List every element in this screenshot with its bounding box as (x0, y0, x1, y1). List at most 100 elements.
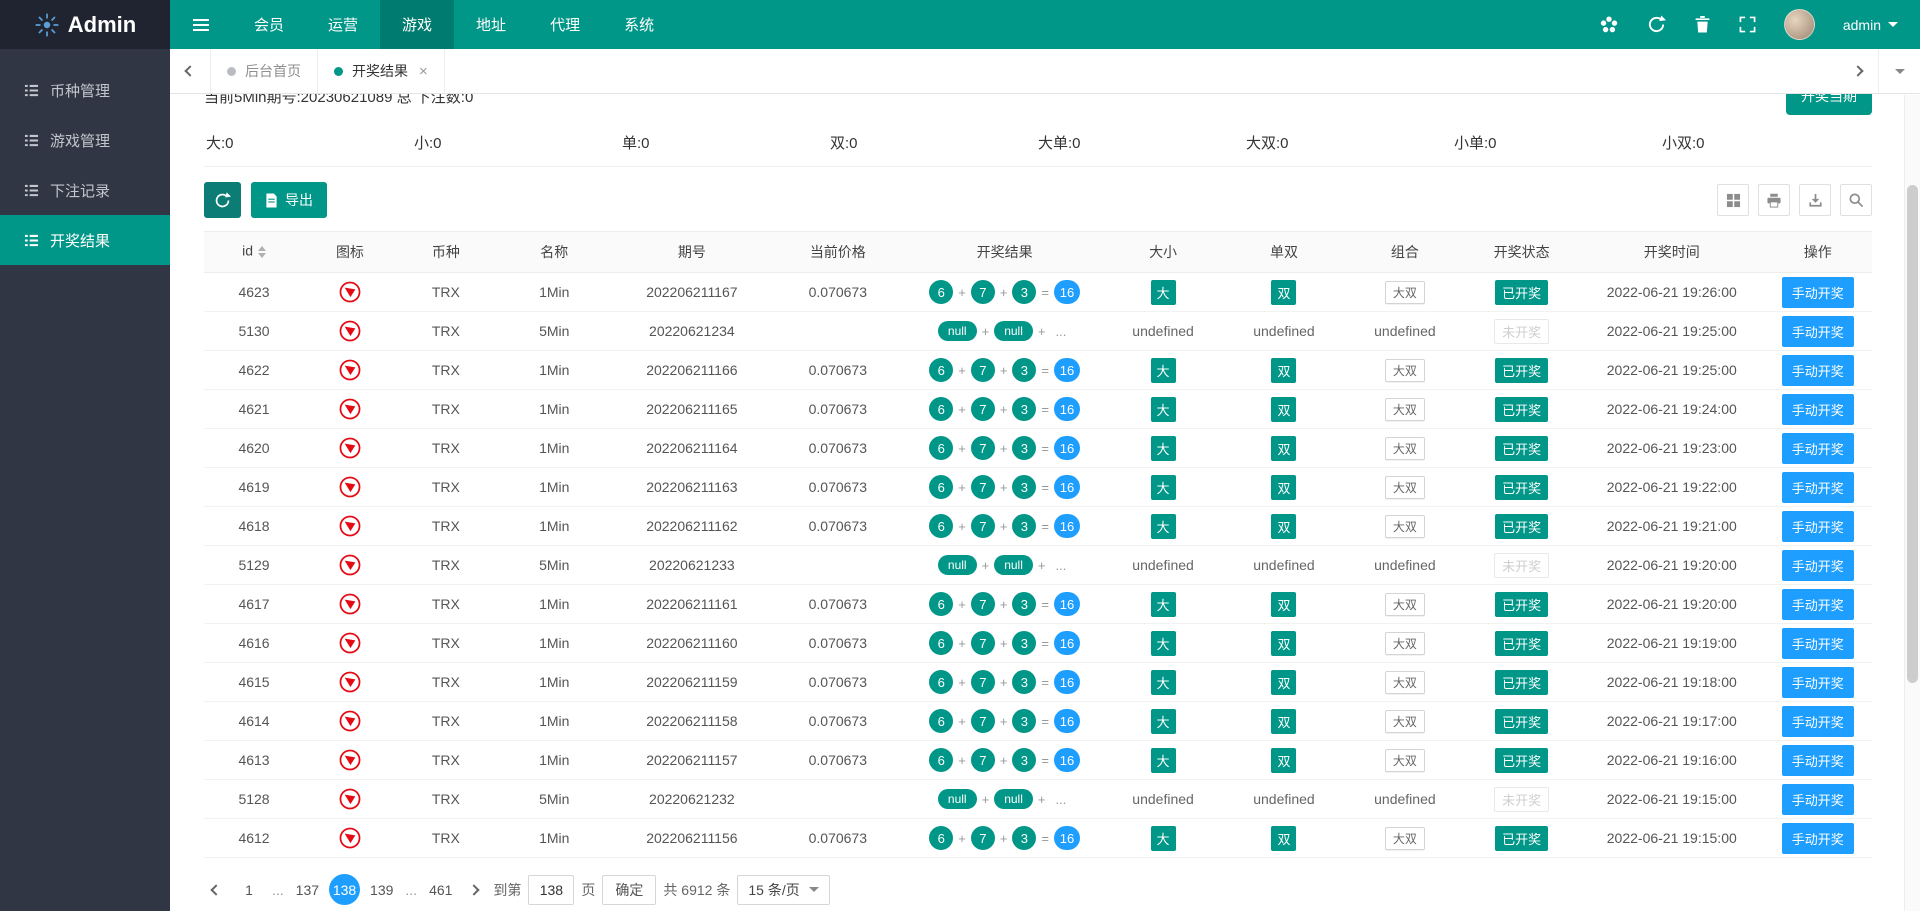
manual-draw-button[interactable]: 手动开奖 (1782, 316, 1854, 347)
page-button-137[interactable]: 137 (293, 875, 322, 905)
export-button[interactable]: 导出 (251, 182, 327, 218)
sort-icon[interactable] (258, 242, 266, 262)
menu-toggle-icon[interactable] (170, 0, 232, 49)
manual-draw-button[interactable]: 手动开奖 (1782, 394, 1854, 425)
draw-result: 6+7+3=16 (929, 709, 1080, 733)
cell-status: 已开奖 (1463, 585, 1580, 624)
manual-draw-button[interactable]: 手动开奖 (1782, 784, 1854, 815)
result-sum: 16 (1054, 358, 1080, 382)
nav-item-operation[interactable]: 运营 (306, 0, 380, 49)
username: admin (1843, 17, 1881, 33)
manual-draw-button[interactable]: 手动开奖 (1782, 745, 1854, 776)
sidebar-item-draw-results[interactable]: 开奖结果 (0, 215, 170, 265)
nav-item-member[interactable]: 会员 (232, 0, 306, 49)
page-button-138[interactable]: 138 (329, 874, 360, 905)
sidebar-item-coin-management[interactable]: 币种管理 (0, 65, 170, 115)
manual-draw-button[interactable]: 手动开奖 (1782, 823, 1854, 854)
cell-id: 5128 (204, 780, 304, 819)
next-page-button[interactable] (462, 875, 486, 905)
combo-badge: 大双 (1385, 398, 1425, 421)
manual-draw-button[interactable]: 手动开奖 (1782, 433, 1854, 464)
page-button-139[interactable]: 139 (367, 875, 396, 905)
theme-icon[interactable] (1599, 15, 1619, 35)
scrollbar-thumb[interactable] (1907, 185, 1918, 683)
refresh-icon[interactable] (1647, 15, 1666, 34)
tab-draw-results[interactable]: 开奖结果× (318, 49, 445, 93)
col-id[interactable]: id (204, 232, 304, 273)
nav-item-system[interactable]: 系统 (602, 0, 676, 49)
cell-action: 手动开奖 (1764, 429, 1873, 468)
draw-result: null+null+... (938, 321, 1071, 341)
manual-draw-button[interactable]: 手动开奖 (1782, 472, 1854, 503)
parity-badge: 双 (1271, 280, 1296, 305)
cell-coin: TRX (396, 468, 496, 507)
tabbar-right (1838, 49, 1920, 93)
search-icon[interactable] (1840, 184, 1872, 216)
tabs-scroll-right-icon[interactable] (1838, 49, 1878, 93)
combo-badge: 大双 (1385, 281, 1425, 304)
sidebar-item-bet-records[interactable]: 下注记录 (0, 165, 170, 215)
user-avatar[interactable] (1784, 9, 1815, 40)
cell-id: 4613 (204, 741, 304, 780)
table-row: 5130TRX5Min20220621234null+null+...undef… (204, 312, 1872, 351)
equals-sign: = (1041, 753, 1049, 768)
user-menu[interactable]: admin (1843, 17, 1898, 33)
cell-time: 2022-06-21 19:25:00 (1580, 312, 1763, 351)
equals-sign: = (1041, 636, 1049, 651)
null-badge: null (938, 789, 977, 809)
tab-home[interactable]: 后台首页 (210, 49, 318, 93)
manual-draw-button[interactable]: 手动开奖 (1782, 550, 1854, 581)
draw-result: 6+7+3=16 (929, 514, 1080, 538)
fullscreen-icon[interactable] (1739, 16, 1756, 33)
manual-draw-button[interactable]: 手动开奖 (1782, 667, 1854, 698)
page-button-461[interactable]: 461 (426, 875, 455, 905)
manual-draw-button[interactable]: 手动开奖 (1782, 628, 1854, 659)
manual-draw-button[interactable]: 手动开奖 (1782, 706, 1854, 737)
cell-combo: 大双 (1347, 585, 1464, 624)
sidebar-item-game-management[interactable]: 游戏管理 (0, 115, 170, 165)
manual-draw-button[interactable]: 手动开奖 (1782, 589, 1854, 620)
combo-badge: 大双 (1385, 359, 1425, 382)
parity-badge: 双 (1271, 397, 1296, 422)
draw-result: 6+7+3=16 (929, 358, 1080, 382)
print-icon[interactable] (1758, 184, 1790, 216)
page-button-1[interactable]: 1 (235, 875, 263, 905)
cell-result: null+null+... (905, 780, 1105, 819)
result-sum: 16 (1054, 670, 1080, 694)
nav-item-game[interactable]: 游戏 (380, 0, 454, 49)
cell-period: 202206211160 (613, 624, 771, 663)
clear-cache-icon[interactable] (1694, 15, 1711, 34)
parity-badge: 双 (1271, 592, 1296, 617)
table-refresh-button[interactable] (204, 182, 241, 218)
equals-sign: = (1041, 363, 1049, 378)
prev-page-button[interactable] (204, 875, 228, 905)
cell-result: 6+7+3=16 (905, 351, 1105, 390)
draw-current-button[interactable]: 开奖当期 (1786, 94, 1872, 115)
result-number: 6 (929, 709, 953, 733)
tab-close-icon[interactable]: × (419, 63, 428, 80)
nav-item-address[interactable]: 地址 (454, 0, 528, 49)
manual-draw-button[interactable]: 手动开奖 (1782, 355, 1854, 386)
goto-page-input[interactable] (528, 875, 574, 905)
result-number: 7 (971, 358, 995, 382)
manual-draw-button[interactable]: 手动开奖 (1782, 511, 1854, 542)
cell-time: 2022-06-21 19:25:00 (1580, 351, 1763, 390)
draw-result: 6+7+3=16 (929, 670, 1080, 694)
filter-columns-icon[interactable] (1717, 184, 1749, 216)
cell-combo: 大双 (1347, 624, 1464, 663)
cell-coin: TRX (396, 780, 496, 819)
period-header: 当前5Min期号:20230621089 总 下注数:0 开奖当期 (204, 94, 1872, 118)
tabs-menu-toggle[interactable] (1878, 49, 1920, 93)
manual-draw-button[interactable]: 手动开奖 (1782, 277, 1854, 308)
cell-time: 2022-06-21 19:24:00 (1580, 390, 1763, 429)
nav-item-agent[interactable]: 代理 (528, 0, 602, 49)
confirm-button[interactable]: 确定 (602, 875, 656, 905)
cell-id: 4619 (204, 468, 304, 507)
cell-parity: 双 (1221, 468, 1346, 507)
col-name: 名称 (496, 232, 613, 273)
tabs-scroll-left-icon[interactable] (170, 49, 210, 93)
page-size-select[interactable]: 15 条/页 (737, 875, 829, 905)
download-icon[interactable] (1799, 184, 1831, 216)
cell-size: 大 (1105, 429, 1222, 468)
vertical-scrollbar[interactable] (1904, 95, 1920, 911)
